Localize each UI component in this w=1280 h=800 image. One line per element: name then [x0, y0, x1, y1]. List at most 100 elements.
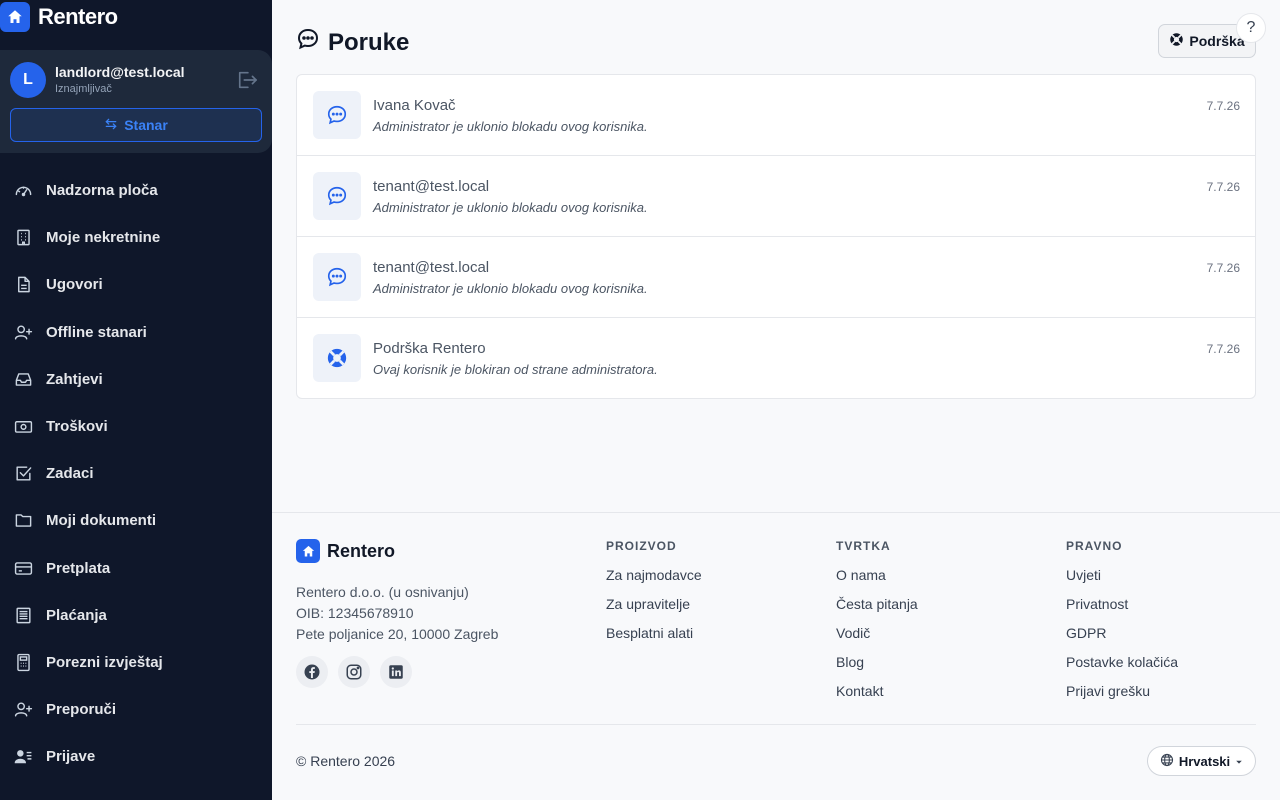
- sidebar-item-preporuci[interactable]: Preporuči: [0, 686, 272, 733]
- sidebar-item-label: Zadaci: [46, 465, 94, 483]
- footer-link[interactable]: Prijavi grešku: [1066, 683, 1178, 699]
- page-title: Poruke: [296, 27, 409, 58]
- company-info: Rentero d.o.o. (u osnivanju) OIB: 123456…: [296, 582, 498, 645]
- card-icon: [14, 561, 33, 575]
- footer-brand[interactable]: Rentero: [296, 539, 395, 563]
- message-date: 7.7.26: [1206, 342, 1240, 356]
- sidebar-item-zahtjevi[interactable]: Zahtjevi: [0, 356, 272, 403]
- footer-link[interactable]: GDPR: [1066, 625, 1178, 641]
- sidebar-item-label: Nadzorna ploča: [46, 182, 158, 200]
- footer-column-title: PRAVNO: [1066, 539, 1123, 553]
- sidebar-item-pretplata[interactable]: Pretplata: [0, 545, 272, 592]
- user-plus-icon: [14, 702, 33, 717]
- inbox-icon: [15, 373, 32, 386]
- switch-role-button[interactable]: Stanar: [10, 108, 262, 142]
- facebook-icon[interactable]: [296, 656, 328, 688]
- home-icon: [296, 539, 320, 563]
- sidebar-item-label: Ugovori: [46, 276, 103, 294]
- list-item[interactable]: Podrška Rentero Ovaj korisnik je blokira…: [297, 318, 1255, 398]
- user-card: L landlord@test.local Iznajmljivač Stana…: [0, 50, 272, 153]
- list-item[interactable]: tenant@test.local Administrator je uklon…: [297, 156, 1255, 237]
- lifebuoy-icon: [1169, 32, 1184, 50]
- message-date: 7.7.26: [1206, 180, 1240, 194]
- sidebar-item-label: Prijave: [46, 748, 96, 766]
- footer-link[interactable]: Blog: [836, 654, 918, 670]
- company-address: Pete poljanice 20, 10000 Zagreb: [296, 626, 499, 642]
- app-brand[interactable]: Rentero: [0, 2, 118, 32]
- footer-link[interactable]: Za upravitelje: [606, 596, 702, 612]
- sidebar-item-moji-dokumenti[interactable]: Moji dokumenti: [0, 497, 272, 544]
- message-sender: Podrška Rentero: [373, 340, 486, 357]
- sidebar-item-zadaci[interactable]: Zadaci: [0, 450, 272, 497]
- language-label: Hrvatski: [1178, 753, 1231, 769]
- footer-link[interactable]: Kontakt: [836, 683, 918, 699]
- chat-icon: [313, 91, 361, 139]
- sidebar-item-porezni-izvjestaj[interactable]: Porezni izvještaj: [0, 639, 272, 686]
- support-button-label: Podrška: [1189, 33, 1245, 49]
- message-sender: tenant@test.local: [373, 259, 490, 276]
- message-preview: Ovaj korisnik je blokiran od strane admi…: [373, 362, 658, 377]
- footer-link[interactable]: O nama: [836, 567, 918, 583]
- folder-icon: [15, 514, 32, 528]
- list-item[interactable]: tenant@test.local Administrator je uklon…: [297, 237, 1255, 318]
- instagram-icon[interactable]: [338, 656, 370, 688]
- avatar[interactable]: L: [10, 62, 46, 98]
- sidebar-item-label: Porezni izvještaj: [46, 653, 163, 671]
- checkbox-icon: [16, 466, 32, 481]
- sidebar-item-label: Troškovi: [46, 418, 108, 436]
- company-oib: OIB: 12345678910: [296, 605, 414, 621]
- building-icon: [17, 229, 30, 246]
- sidebar-item-placanja[interactable]: Plaćanja: [0, 592, 272, 639]
- footer-link[interactable]: Privatnost: [1066, 596, 1178, 612]
- company-name: Rentero d.o.o. (u osnivanju): [296, 584, 469, 600]
- list-item[interactable]: Ivana Kovač Administrator je uklonio blo…: [297, 75, 1255, 156]
- sidebar-item-label: Plaćanja: [46, 606, 107, 624]
- app-name: Rentero: [38, 4, 118, 29]
- sidebar: Rentero L landlord@test.local Iznajmljiv…: [0, 0, 272, 800]
- footer: Rentero Rentero d.o.o. (u osnivanju) OIB…: [272, 512, 1280, 800]
- sidebar-item-ugovori[interactable]: Ugovori: [0, 261, 272, 308]
- language-selector[interactable]: Hrvatski: [1147, 746, 1256, 776]
- sidebar-item-label: Pretplata: [46, 559, 111, 577]
- calculator-icon: [17, 653, 30, 672]
- page-title-text: Poruke: [328, 28, 410, 56]
- chat-icon: [296, 27, 320, 58]
- help-button[interactable]: ?: [1236, 13, 1266, 43]
- sidebar-item-nadzorna-ploca[interactable]: Nadzorna ploča: [0, 167, 272, 214]
- message-date: 7.7.26: [1206, 99, 1240, 113]
- footer-link[interactable]: Za najmodavce: [606, 567, 702, 583]
- copyright: © Rentero 2026: [296, 753, 396, 769]
- social-links: [296, 656, 412, 688]
- sidebar-item-troskovi[interactable]: Troškovi: [0, 403, 272, 450]
- sidebar-item-offline-stanari[interactable]: Offline stanari: [0, 309, 272, 356]
- switch-arrows-icon: [104, 117, 118, 134]
- message-date: 7.7.26: [1206, 261, 1240, 275]
- footer-link[interactable]: Vodič: [836, 625, 918, 641]
- document-icon: [18, 277, 30, 293]
- footer-link[interactable]: Uvjeti: [1066, 567, 1178, 583]
- message-preview: Administrator je uklonio blokadu ovog ko…: [373, 281, 648, 296]
- sidebar-item-label: Zahtjevi: [46, 370, 103, 388]
- lifebuoy-icon: [313, 334, 361, 382]
- footer-column-pravno: PRAVNO Uvjeti Privatnost GDPR Postavke k…: [1066, 539, 1178, 699]
- linkedin-icon[interactable]: [380, 656, 412, 688]
- user-list-icon: [14, 750, 32, 764]
- logout-icon[interactable]: [236, 70, 258, 90]
- home-icon: [0, 2, 30, 32]
- footer-link[interactable]: Besplatni alati: [606, 625, 702, 641]
- footer-link[interactable]: Česta pitanja: [836, 596, 918, 612]
- receipt-icon: [16, 607, 31, 624]
- footer-divider: [296, 724, 1256, 725]
- dashboard-icon: [15, 186, 32, 197]
- cash-icon: [14, 421, 33, 433]
- sidebar-item-label: Offline stanari: [46, 323, 147, 341]
- user-role: Iznajmljivač: [55, 83, 112, 95]
- chat-icon: [313, 253, 361, 301]
- message-preview: Administrator je uklonio blokadu ovog ko…: [373, 200, 648, 215]
- message-preview: Administrator je uklonio blokadu ovog ko…: [373, 119, 648, 134]
- sidebar-item-moje-nekretnine[interactable]: Moje nekretnine: [0, 214, 272, 261]
- switch-role-label: Stanar: [124, 117, 168, 133]
- footer-link[interactable]: Postavke kolačića: [1066, 654, 1178, 670]
- sidebar-item-prijave[interactable]: Prijave: [0, 733, 272, 780]
- footer-brand-name: Rentero: [327, 540, 396, 561]
